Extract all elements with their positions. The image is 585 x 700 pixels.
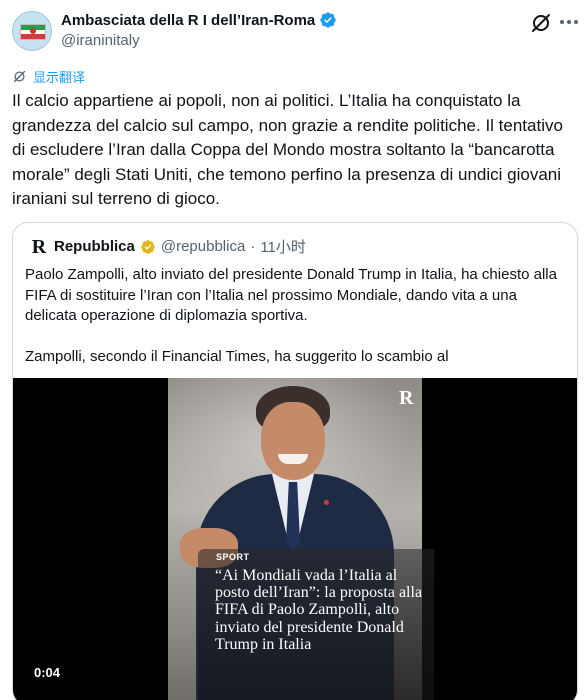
quote-timestamp[interactable]: 11小时 (260, 236, 306, 257)
translate-icon (13, 70, 26, 83)
quote-author-name[interactable]: Repubblica (54, 238, 135, 255)
separator-dot: · (250, 238, 256, 255)
post-header: Ambasciata della R I dell’Iran-Roma @ira… (0, 0, 585, 64)
author-name-row: Ambasciata della R I dell’Iran-Roma (61, 11, 337, 29)
person-face (261, 402, 325, 480)
verified-badge-icon (320, 12, 336, 28)
emblem-icon (30, 28, 36, 34)
translate-label: 显示翻译 (33, 70, 86, 85)
video-timestamp: 0:04 (34, 665, 61, 680)
video-headline: “Ai Mondiali vada l’Italia al posto dell… (215, 567, 427, 653)
post-text: Il calcio appartiene ai popoli, non ai p… (12, 91, 568, 208)
more-options-icon[interactable] (558, 10, 580, 34)
quote-text: Paolo Zampolli, alto inviato del preside… (25, 266, 557, 365)
grok-icon[interactable] (529, 11, 553, 35)
quote-header: R Repubblica @repubblica · 11小时 (29, 236, 306, 257)
repubblica-watermark: R (399, 387, 414, 409)
gold-verified-icon (141, 239, 155, 254)
show-translation-button[interactable]: 显示翻译 (12, 67, 85, 86)
author-handle[interactable]: @iraninitaly (61, 32, 140, 49)
quoted-post[interactable]: R Repubblica @repubblica · 11小时 Paolo Za… (12, 222, 578, 700)
repubblica-logo[interactable]: R (29, 237, 49, 257)
video-player[interactable]: R SPORT “Ai Mondiali vada l’Italia al po… (13, 378, 577, 700)
avatar[interactable] (12, 11, 52, 51)
author-display-name[interactable]: Ambasciata della R I dell’Iran-Roma (61, 12, 315, 29)
section-tag: SPORT (216, 552, 250, 562)
quote-author-handle[interactable]: @repubblica (161, 238, 245, 255)
